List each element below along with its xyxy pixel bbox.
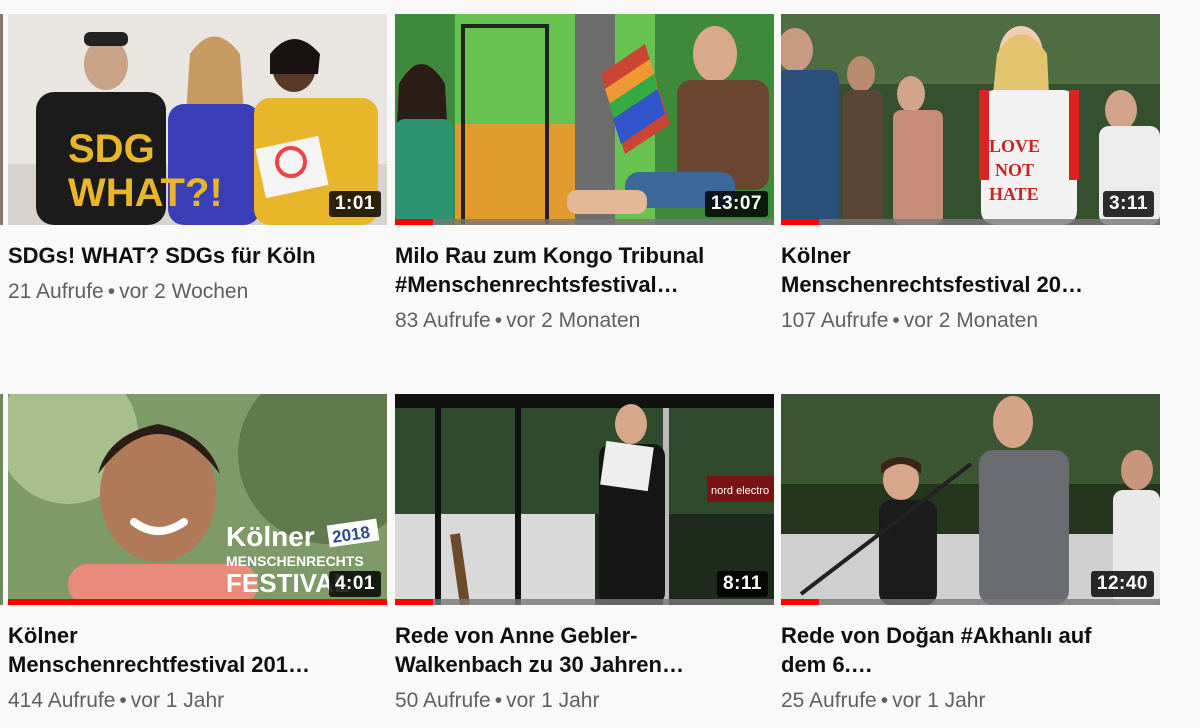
- thumbnail-text: SDG: [68, 127, 155, 171]
- video-title[interactable]: Kölner Menschenrechtfestival 201…: [8, 621, 387, 679]
- thumbnail-text: Kölner: [226, 521, 315, 552]
- watch-progress-fill: [781, 219, 819, 225]
- separator-dot: •: [880, 689, 889, 712]
- video-thumbnail[interactable]: LOVE NOT HATE 3:11: [781, 14, 1160, 225]
- thumbnail-text: nord electro: [711, 485, 769, 497]
- video-thumbnail[interactable]: Kölner 2018 MENSCHENRECHTS FESTIVAL 4:01: [8, 394, 387, 605]
- upload-age: vor 2 Monaten: [903, 309, 1039, 332]
- video-card[interactable]: nord electro 8:11 Rede von Anne Gebler- …: [395, 394, 774, 714]
- watch-progress-bar: [8, 599, 387, 605]
- offscreen-thumbnail-edge: [0, 394, 3, 605]
- thumbnail-text: WHAT?!: [68, 171, 223, 215]
- thumbnail-text: MENSCHENRECHTS: [226, 553, 364, 569]
- video-thumbnail[interactable]: nord electro 8:11: [395, 394, 774, 605]
- video-meta: 50 Aufrufe • vor 1 Jahr: [395, 688, 774, 714]
- upload-age: vor 2 Monaten: [506, 309, 641, 332]
- upload-age: vor 1 Jahr: [130, 689, 225, 712]
- video-thumbnail[interactable]: SDG WHAT?! 1:01: [8, 14, 387, 225]
- video-duration: 12:40: [1090, 571, 1154, 597]
- upload-age: vor 2 Wochen: [119, 280, 249, 303]
- offscreen-thumbnail-edge: [0, 14, 3, 225]
- video-duration: 4:01: [328, 571, 381, 597]
- watch-progress-bar: [781, 219, 1160, 225]
- video-duration: 1:01: [328, 191, 381, 217]
- separator-dot: •: [494, 309, 503, 332]
- video-meta: 107 Aufrufe • vor 2 Monaten: [781, 308, 1160, 334]
- video-title[interactable]: Kölner Menschenrechtsfestival 20…: [781, 241, 1160, 299]
- video-card[interactable]: 13:07 Milo Rau zum Kongo Tribunal #Mensc…: [395, 14, 774, 334]
- video-title[interactable]: SDGs! WHAT? SDGs für Köln: [8, 241, 387, 270]
- watch-progress-bar: [395, 599, 774, 605]
- video-title[interactable]: Milo Rau zum Kongo Tribunal #Menschenrec…: [395, 241, 774, 299]
- upload-age: vor 1 Jahr: [506, 689, 600, 712]
- separator-dot: •: [119, 689, 127, 712]
- video-meta: 83 Aufrufe • vor 2 Monaten: [395, 308, 774, 334]
- watch-progress-fill: [781, 599, 819, 605]
- thumbnail-text: LOVE: [989, 136, 1040, 156]
- video-card[interactable]: Kölner 2018 MENSCHENRECHTS FESTIVAL 4:01…: [8, 394, 387, 714]
- video-title[interactable]: Rede von Doğan #Akhanlı auf dem 6.…: [781, 621, 1160, 679]
- view-count: 50 Aufrufe: [395, 689, 491, 712]
- view-count: 414 Aufrufe: [8, 689, 116, 712]
- thumbnail-text: NOT: [995, 160, 1034, 180]
- video-card[interactable]: LOVE NOT HATE 3:11 Kölner Menschenrechts…: [781, 14, 1160, 334]
- video-thumbnail[interactable]: 13:07: [395, 14, 774, 225]
- video-duration: 3:11: [1103, 191, 1154, 217]
- view-count: 107 Aufrufe: [781, 309, 889, 332]
- video-meta: 414 Aufrufe • vor 1 Jahr: [8, 688, 387, 714]
- video-card[interactable]: SDG WHAT?! 1:01 SDGs! WHAT? SDGs für Köl…: [8, 14, 387, 305]
- upload-age: vor 1 Jahr: [892, 689, 986, 712]
- view-count: 25 Aufrufe: [781, 689, 877, 712]
- watch-progress-fill: [8, 599, 387, 605]
- watch-progress-fill: [395, 219, 433, 225]
- video-thumbnail[interactable]: 12:40: [781, 394, 1160, 605]
- view-count: 21 Aufrufe: [8, 280, 104, 303]
- video-duration: 13:07: [704, 191, 768, 217]
- separator-dot: •: [892, 309, 900, 332]
- video-grid: SDG WHAT?! 1:01 SDGs! WHAT? SDGs für Köl…: [0, 0, 1200, 728]
- watch-progress-bar: [395, 219, 774, 225]
- video-meta: 25 Aufrufe • vor 1 Jahr: [781, 688, 1160, 714]
- thumbnail-text: HATE: [989, 184, 1039, 204]
- view-count: 83 Aufrufe: [395, 309, 491, 332]
- video-title[interactable]: Rede von Anne Gebler- Walkenbach zu 30 J…: [395, 621, 774, 679]
- video-meta: 21 Aufrufe • vor 2 Wochen: [8, 279, 387, 305]
- video-card[interactable]: 12:40 Rede von Doğan #Akhanlı auf dem 6.…: [781, 394, 1160, 714]
- watch-progress-fill: [395, 599, 433, 605]
- separator-dot: •: [107, 280, 116, 303]
- separator-dot: •: [494, 689, 503, 712]
- video-duration: 8:11: [717, 571, 768, 597]
- watch-progress-bar: [781, 599, 1160, 605]
